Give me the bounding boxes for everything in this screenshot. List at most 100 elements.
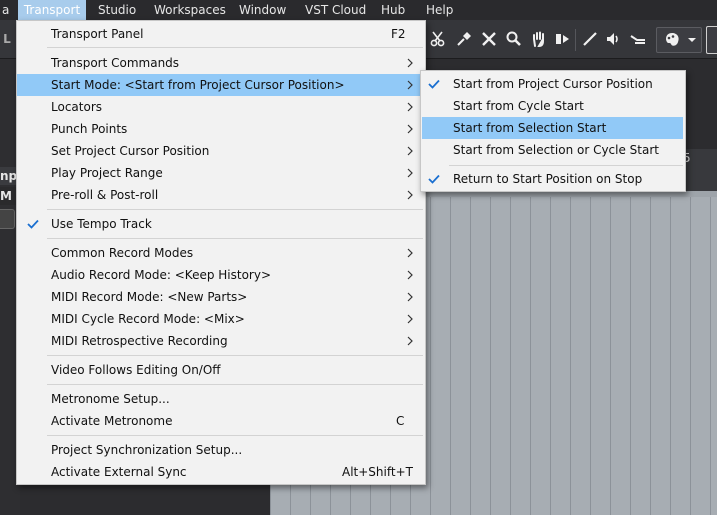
shortcut-label: Alt+Shift+T <box>342 465 413 479</box>
line-draw-icon[interactable] <box>580 29 600 49</box>
menu-hub[interactable]: Hub <box>381 0 405 20</box>
chevron-right-icon <box>405 96 415 118</box>
chevron-right-icon <box>405 74 415 96</box>
menu-item-label: Video Follows Editing On/Off <box>51 363 221 377</box>
checkmark-icon <box>426 73 442 95</box>
submenu-item-start-from-cycle[interactable]: Start from Cycle Start <box>421 95 685 117</box>
menu-item-activate-external-sync[interactable]: Activate External Sync Alt+Shift+T <box>17 461 425 483</box>
menu-vst-cloud[interactable]: VST Cloud <box>305 0 366 20</box>
chevron-right-icon <box>405 118 415 140</box>
menu-separator <box>47 435 423 436</box>
chevron-right-icon <box>405 286 415 308</box>
scissors-icon[interactable] <box>428 29 448 49</box>
menu-item-label: Activate External Sync <box>51 465 187 479</box>
menu-item-label: MIDI Retrospective Recording <box>51 334 228 348</box>
menu-item-start-mode[interactable]: Start Mode: <Start from Project Cursor P… <box>17 74 425 96</box>
menu-item-label: Use Tempo Track <box>51 217 152 231</box>
menu-item-label: MIDI Record Mode: <New Parts> <box>51 290 248 304</box>
chevron-right-icon <box>405 162 415 184</box>
submenu-item-start-from-selection[interactable]: Start from Selection Start <box>422 117 683 139</box>
menu-item-locators[interactable]: Locators <box>17 96 425 118</box>
color-dropdown[interactable] <box>656 27 702 53</box>
chevron-right-icon <box>405 242 415 264</box>
chevron-right-icon <box>405 308 415 330</box>
chevron-right-icon <box>405 330 415 352</box>
chevron-right-icon <box>405 264 415 286</box>
menu-item-transport-panel[interactable]: Transport Panel F2 <box>17 23 425 45</box>
menu-separator <box>47 355 423 356</box>
chevron-right-icon <box>405 184 415 206</box>
menu-item-set-project-cursor[interactable]: Set Project Cursor Position <box>17 140 425 162</box>
chevron-right-icon <box>405 140 415 162</box>
menu-studio[interactable]: Studio <box>98 0 136 20</box>
menu-item-label: Start from Selection or Cycle Start <box>453 143 659 157</box>
menu-item-metronome-setup[interactable]: Metronome Setup... <box>17 388 425 410</box>
menu-item-transport-commands[interactable]: Transport Commands <box>17 52 425 74</box>
checkmark-icon <box>25 213 41 235</box>
menu-item-project-sync-setup[interactable]: Project Synchronization Setup... <box>17 439 425 461</box>
menu-item-label: Activate Metronome <box>51 414 173 428</box>
menu-transport[interactable]: Transport <box>18 0 86 20</box>
menu-bar: a Transport Studio Workspaces Window VST… <box>0 0 717 20</box>
toolbar-left-label: L <box>3 32 11 46</box>
menu-item-label: Play Project Range <box>51 166 163 180</box>
menu-separator <box>47 384 423 385</box>
shortcut-label: C <box>396 414 405 428</box>
menu-item-play-project-range[interactable]: Play Project Range <box>17 162 425 184</box>
menu-help[interactable]: Help <box>426 0 453 20</box>
menu-item-punch-points[interactable]: Punch Points <box>17 118 425 140</box>
start-mode-submenu: Start from Project Cursor Position Start… <box>420 70 686 192</box>
menu-item-label: Metronome Setup... <box>51 392 170 406</box>
menu-item-label: Transport Panel <box>51 27 144 41</box>
checkmark-icon <box>426 168 442 190</box>
menu-item-label: Locators <box>51 100 102 114</box>
zoom-icon[interactable] <box>504 29 524 49</box>
menu-item-label: Start Mode: <Start from Project Cursor P… <box>51 78 345 92</box>
menu-separator <box>47 238 423 239</box>
menu-item-label: MIDI Cycle Record Mode: <Mix> <box>51 312 245 326</box>
menu-separator <box>47 47 423 48</box>
menu-item-label: Start from Project Cursor Position <box>453 77 653 91</box>
mute-x-icon[interactable] <box>479 29 499 49</box>
menu-item-label: Transport Commands <box>51 56 180 70</box>
menu-item-midi-cycle-record-mode[interactable]: MIDI Cycle Record Mode: <Mix> <box>17 308 425 330</box>
menu-item-label: Project Synchronization Setup... <box>51 443 243 457</box>
menu-item-label: Audio Record Mode: <Keep History> <box>51 268 272 282</box>
shortcut-label: F2 <box>391 27 406 41</box>
menu-window[interactable]: Window <box>239 0 286 20</box>
menu-item-label: Return to Start Position on Stop <box>453 172 643 186</box>
menu-separator <box>449 165 683 166</box>
toolbar-edge-control[interactable] <box>706 26 717 54</box>
menu-item-label: Pre-roll & Post-roll <box>51 188 159 202</box>
submenu-item-start-from-cursor[interactable]: Start from Project Cursor Position <box>421 73 685 95</box>
menu-item-midi-retrospective[interactable]: MIDI Retrospective Recording <box>17 330 425 352</box>
menu-media-truncated[interactable]: a <box>0 0 16 20</box>
transport-menu: Transport Panel F2 Transport Commands St… <box>16 20 426 485</box>
chevron-right-icon <box>405 52 415 74</box>
menu-item-label: Common Record Modes <box>51 246 194 260</box>
menu-item-video-follows-editing[interactable]: Video Follows Editing On/Off <box>17 359 425 381</box>
time-warp-icon[interactable] <box>628 29 648 49</box>
menu-item-label: Set Project Cursor Position <box>51 144 210 158</box>
toolbar-divider <box>575 29 576 51</box>
submenu-item-return-to-start[interactable]: Return to Start Position on Stop <box>421 168 685 190</box>
menu-item-label: Start from Cycle Start <box>453 99 584 113</box>
menu-item-midi-record-mode[interactable]: MIDI Record Mode: <New Parts> <box>17 286 425 308</box>
menu-item-label: Punch Points <box>51 122 128 136</box>
menu-item-label: Start from Selection Start <box>453 121 607 135</box>
speaker-icon[interactable] <box>604 29 624 49</box>
menu-item-common-record-modes[interactable]: Common Record Modes <box>17 242 425 264</box>
play-tool-icon[interactable] <box>553 29 573 49</box>
inspector-toggle-button[interactable] <box>0 209 15 229</box>
menu-item-use-tempo-track[interactable]: Use Tempo Track <box>17 213 425 235</box>
color-palette-icon <box>663 31 681 49</box>
menu-item-preroll-postroll[interactable]: Pre-roll & Post-roll <box>17 184 425 206</box>
hand-icon[interactable] <box>529 29 549 49</box>
menu-workspaces[interactable]: Workspaces <box>154 0 226 20</box>
menu-item-audio-record-mode[interactable]: Audio Record Mode: <Keep History> <box>17 264 425 286</box>
menu-separator <box>47 209 423 210</box>
menu-item-activate-metronome[interactable]: Activate Metronome C <box>17 410 425 432</box>
glue-icon[interactable] <box>454 29 474 49</box>
submenu-item-start-from-selection-or-cycle[interactable]: Start from Selection or Cycle Start <box>421 139 685 161</box>
chevron-down-icon <box>687 35 697 45</box>
